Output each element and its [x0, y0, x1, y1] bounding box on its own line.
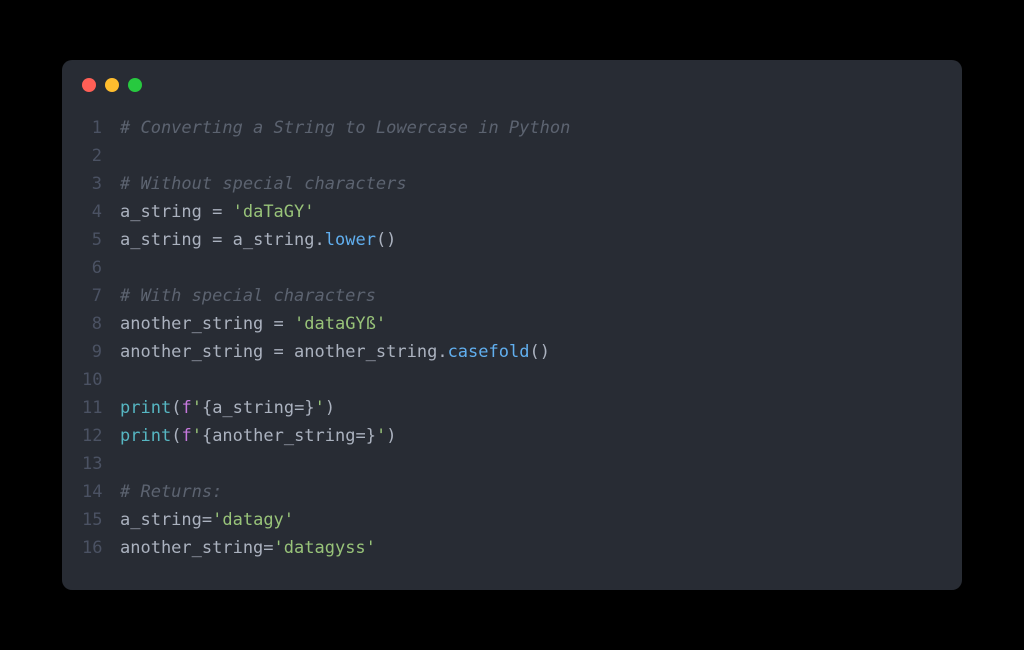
line-number: 1	[82, 114, 120, 142]
code-line: 4a_string = 'daTaGY'	[82, 198, 942, 226]
line-number: 6	[82, 254, 120, 282]
code-line: 12print(f'{another_string=}')	[82, 422, 942, 450]
code-line: 16another_string='datagyss'	[82, 534, 942, 562]
code-line: 15a_string='datagy'	[82, 506, 942, 534]
minimize-icon[interactable]	[105, 78, 119, 92]
code-line: 9another_string = another_string.casefol…	[82, 338, 942, 366]
code-content: # Returns:	[120, 478, 222, 506]
line-number: 9	[82, 338, 120, 366]
code-content: a_string = 'daTaGY'	[120, 198, 315, 226]
code-content: # Without special characters	[120, 170, 407, 198]
code-content: another_string = 'dataGYß'	[120, 310, 386, 338]
code-line: 8another_string = 'dataGYß'	[82, 310, 942, 338]
line-number: 10	[82, 366, 120, 394]
line-number: 5	[82, 226, 120, 254]
code-line: 1# Converting a String to Lowercase in P…	[82, 114, 942, 142]
line-number: 3	[82, 170, 120, 198]
code-line: 5a_string = a_string.lower()	[82, 226, 942, 254]
line-number: 12	[82, 422, 120, 450]
window-titlebar	[62, 60, 962, 104]
code-content: a_string='datagy'	[120, 506, 294, 534]
code-content: # With special characters	[120, 282, 376, 310]
code-content: print(f'{another_string=}')	[120, 422, 396, 450]
code-line: 2	[82, 142, 942, 170]
code-line: 10	[82, 366, 942, 394]
code-content: # Converting a String to Lowercase in Py…	[120, 114, 570, 142]
line-number: 16	[82, 534, 120, 562]
code-window: 1# Converting a String to Lowercase in P…	[62, 60, 962, 590]
code-content: print(f'{a_string=}')	[120, 394, 335, 422]
code-line: 3# Without special characters	[82, 170, 942, 198]
line-number: 2	[82, 142, 120, 170]
code-line: 11print(f'{a_string=}')	[82, 394, 942, 422]
code-area: 1# Converting a String to Lowercase in P…	[62, 104, 962, 590]
maximize-icon[interactable]	[128, 78, 142, 92]
code-line: 14# Returns:	[82, 478, 942, 506]
line-number: 13	[82, 450, 120, 478]
line-number: 14	[82, 478, 120, 506]
line-number: 8	[82, 310, 120, 338]
line-number: 4	[82, 198, 120, 226]
code-content: another_string='datagyss'	[120, 534, 376, 562]
code-content: another_string = another_string.casefold…	[120, 338, 550, 366]
close-icon[interactable]	[82, 78, 96, 92]
line-number: 7	[82, 282, 120, 310]
code-line: 13	[82, 450, 942, 478]
code-line: 7# With special characters	[82, 282, 942, 310]
code-content: a_string = a_string.lower()	[120, 226, 396, 254]
line-number: 15	[82, 506, 120, 534]
line-number: 11	[82, 394, 120, 422]
code-line: 6	[82, 254, 942, 282]
